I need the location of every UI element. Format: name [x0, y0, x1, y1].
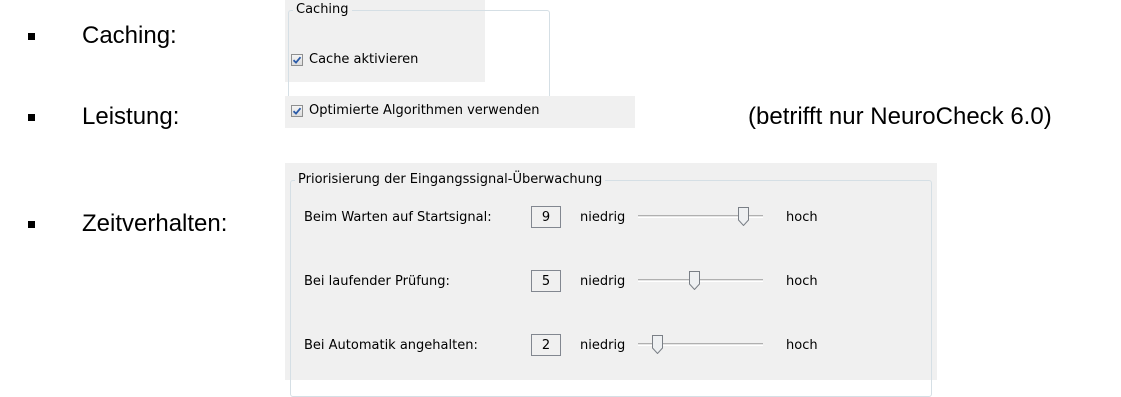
slider-row-start-signal: Beim Warten auf Startsignal: 9 niedrig h… [304, 205, 818, 229]
bullet-icon [28, 113, 35, 121]
slider-row-running-test: Bei laufender Prüfung: 5 niedrig hoch [304, 269, 818, 293]
caching-group-title: Caching [293, 1, 352, 19]
priority-value-box: 9 [531, 206, 561, 228]
low-label: niedrig [580, 209, 626, 225]
priority-group-title: Priorisierung der Eingangssignal-Überwac… [295, 171, 606, 189]
bullet-item-leistung: Leistung: [28, 103, 179, 131]
checkmark-icon [292, 107, 302, 115]
high-label: hoch [786, 273, 818, 289]
row-label: Beim Warten auf Startsignal: [304, 209, 492, 225]
optimized-algorithms-checkbox-row[interactable]: Optimierte Algorithmen verwenden [291, 103, 539, 118]
cache-checkbox[interactable] [291, 53, 303, 66]
slider-row-automatic-stopped: Bei Automatik angehalten: 2 niedrig hoch [304, 333, 818, 357]
leistung-panel: Optimierte Algorithmen verwenden [285, 96, 635, 128]
priority-slider[interactable] [638, 333, 763, 357]
high-label: hoch [786, 209, 818, 225]
slider-track [638, 279, 763, 282]
slider-thumb[interactable] [652, 335, 664, 354]
low-label: niedrig [580, 337, 626, 353]
row-label: Bei laufender Prüfung: [304, 273, 450, 289]
optimized-algorithms-label: Optimierte Algorithmen verwenden [309, 103, 540, 118]
priority-slider[interactable] [638, 205, 763, 229]
slider-thumb[interactable] [688, 271, 700, 290]
caching-panel: Caching Cache aktivieren [285, 0, 550, 112]
bullet-label: Zeitverhalten: [82, 210, 228, 237]
high-label: hoch [786, 337, 818, 353]
row-label: Bei Automatik angehalten: [304, 337, 478, 353]
bullet-label: Caching: [82, 22, 177, 49]
bullet-item-zeitverhalten: Zeitverhalten: [28, 210, 227, 238]
cache-checkbox-row[interactable]: Cache aktivieren [291, 52, 418, 67]
optimized-algorithms-checkbox[interactable] [291, 104, 303, 117]
bullet-icon [28, 32, 35, 40]
priority-value-box: 2 [531, 334, 561, 356]
priority-value-box: 5 [531, 270, 561, 292]
bullet-icon [28, 220, 35, 228]
bullet-label: Leistung: [82, 103, 180, 130]
version-note: (betrifft nur NeuroCheck 6.0) [748, 103, 1052, 130]
checkmark-icon [292, 56, 302, 64]
zeitverhalten-panel: Priorisierung der Eingangssignal-Überwac… [285, 163, 937, 397]
bullet-item-caching: Caching: [28, 22, 177, 50]
priority-slider[interactable] [638, 269, 763, 293]
slider-thumb[interactable] [737, 207, 749, 226]
low-label: niedrig [580, 273, 626, 289]
cache-checkbox-label: Cache aktivieren [309, 52, 419, 67]
